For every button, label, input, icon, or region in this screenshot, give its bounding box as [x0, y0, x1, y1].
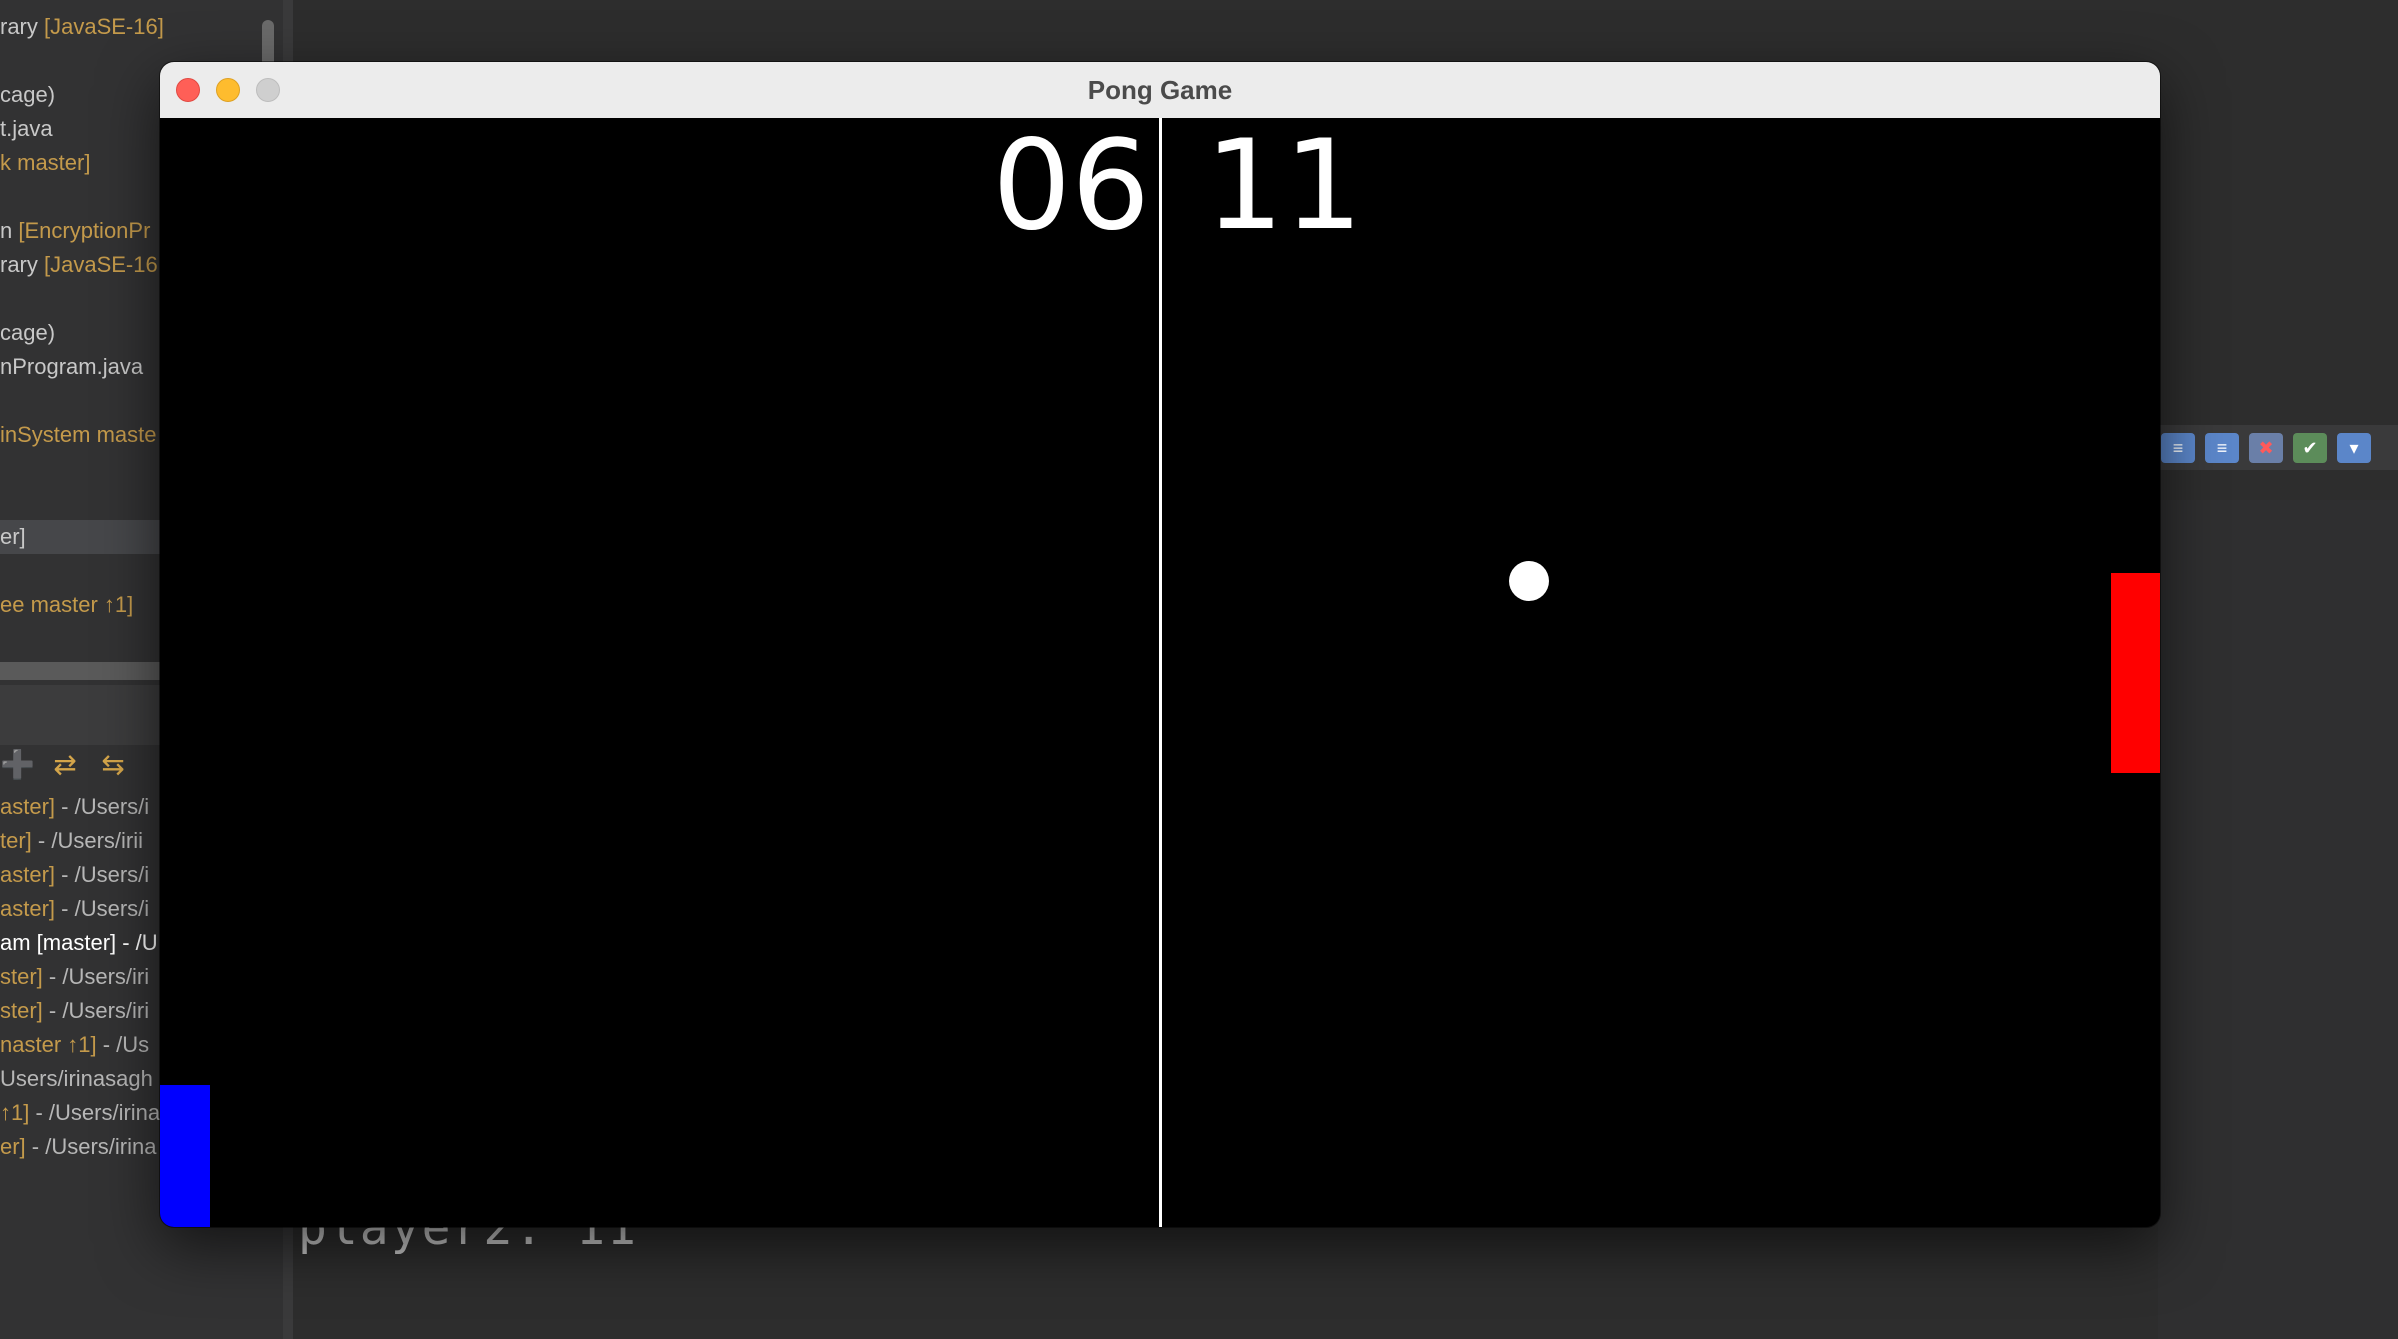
repository-path: - /Users/i — [55, 896, 150, 921]
repository-branch: aster] — [0, 896, 56, 921]
explorer-item[interactable]: n [EncryptionPr — [0, 214, 170, 248]
explorer-item[interactable] — [0, 282, 170, 316]
repository-item[interactable]: aster] - /Users/i — [0, 858, 165, 892]
explorer-item[interactable]: inSystem maste — [0, 418, 170, 452]
explorer-item-label: nProgram.java — [0, 354, 144, 379]
desktop: rary [JavaSE-16] cage) t.java k master] n [E… — [0, 0, 2398, 1339]
explorer-item[interactable] — [0, 452, 170, 486]
explorer-item-decoration: ee master ↑1] — [0, 592, 134, 617]
git-panel-tabs — [0, 685, 170, 745]
explorer-item[interactable]: rary [JavaSE-16 — [0, 248, 170, 282]
console-toolbar: ≡ ≡ ✖ ✔ ▾ — [2155, 425, 2398, 470]
explorer-item-label: rary — [0, 252, 44, 277]
git-toolbar: ➕ ⇄ ⇆ — [0, 748, 130, 792]
minimize-button[interactable] — [216, 78, 240, 102]
explorer-item-label: cage) — [0, 320, 56, 345]
repository-path: - /Users/irina — [25, 1134, 157, 1159]
close-button[interactable] — [176, 78, 200, 102]
explorer-item-label: cage) — [0, 82, 56, 107]
console-display-icon[interactable]: ▾ — [2337, 432, 2371, 463]
repository-path: - /Users/i — [55, 794, 150, 819]
explorer-item-decoration: k master] — [0, 150, 91, 175]
explorer-item-decoration: [JavaSE-16] — [44, 14, 164, 39]
explorer-item-label: rary — [0, 14, 44, 39]
window-title: Pong Game — [1087, 75, 1233, 105]
repository-branch: aster] — [0, 862, 56, 887]
player2-score: 11 — [1205, 114, 1363, 258]
repository-path: - /Us — [96, 1032, 150, 1057]
explorer-item[interactable]: k master] — [0, 146, 170, 180]
link-icon[interactable]: ⇄ — [48, 748, 82, 782]
explorer-item[interactable]: cage) — [0, 78, 170, 112]
repository-path: - /Users/irina — [29, 1100, 161, 1125]
repository-branch: er] — [0, 1134, 26, 1159]
console-pin-icon[interactable]: ≡ — [2161, 432, 2195, 463]
repository-item[interactable]: Users/irinasagh — [0, 1062, 165, 1096]
repository-item[interactable]: am [master] - /U — [0, 926, 165, 960]
repository-item[interactable]: ster] - /Users/iri — [0, 960, 165, 994]
repository-branch: naster ↑1] — [0, 1032, 97, 1057]
explorer-item[interactable]: rary [JavaSE-16] — [0, 10, 170, 44]
repository-item[interactable]: ster] - /Users/iri — [0, 994, 165, 1028]
explorer-item[interactable]: nProgram.java — [0, 350, 170, 384]
explorer-item-decoration: [JavaSE-16 — [44, 252, 158, 277]
explorer-item[interactable] — [0, 44, 170, 78]
window-titlebar[interactable]: Pong Game — [160, 62, 2160, 119]
explorer-item[interactable] — [0, 180, 170, 214]
repository-branch: aster] — [0, 794, 56, 819]
player1-score: 06 — [992, 114, 1150, 258]
repository-branch: ter] — [0, 828, 32, 853]
explorer-item[interactable] — [0, 384, 170, 418]
console-panel — [2158, 500, 2398, 1339]
explorer-item[interactable]: cage) — [0, 316, 170, 350]
repository-item[interactable]: ter] - /Users/irii — [0, 824, 165, 858]
repository-branch: ↑1] — [0, 1100, 30, 1125]
explorer-item[interactable] — [0, 554, 170, 588]
explorer-item[interactable] — [0, 486, 170, 520]
repository-item[interactable]: ↑1] - /Users/irina — [0, 1096, 165, 1130]
pong-game-window: Pong Game 06 11 — [160, 62, 2160, 1227]
player1-paddle — [160, 1085, 210, 1227]
repository-branch: am [master] - /U — [0, 930, 158, 955]
explorer-item-decoration: [EncryptionPr — [18, 218, 151, 243]
center-line — [1159, 118, 1162, 1227]
game-court[interactable]: 06 11 — [160, 118, 2160, 1227]
repository-path: - /Users/iri — [42, 998, 150, 1023]
repository-branch: ster] — [0, 964, 43, 989]
repository-item[interactable]: er] - /Users/irina — [0, 1130, 165, 1164]
zoom-button[interactable] — [256, 78, 280, 102]
add-repository-icon[interactable]: ➕ — [0, 748, 35, 782]
repository-path: - /Users/iri — [42, 964, 150, 989]
explorer-item[interactable]: ee master ↑1] — [0, 588, 170, 622]
explorer-item-decoration: inSystem maste — [0, 422, 157, 447]
player2-paddle — [2111, 573, 2160, 773]
explorer-item-label: t.java — [0, 116, 53, 141]
repository-path: - /Users/irii — [31, 828, 144, 853]
explorer-item[interactable]: er] — [0, 520, 160, 554]
repository-item[interactable]: aster] - /Users/i — [0, 892, 165, 926]
repository-item[interactable]: aster] - /Users/i — [0, 790, 165, 824]
console-remove-icon[interactable]: ≡ — [2205, 432, 2239, 463]
repository-item[interactable]: naster ↑1] - /Us — [0, 1028, 165, 1062]
console-remove-all-icon[interactable]: ✖ — [2249, 432, 2283, 463]
explorer-item[interactable]: t.java — [0, 112, 170, 146]
explorer-item-label: n — [0, 218, 19, 243]
ball — [1509, 561, 1549, 601]
console-open-icon[interactable]: ✔ — [2293, 432, 2327, 463]
repository-branch: ster] — [0, 998, 43, 1023]
explorer-item-label: er] — [0, 524, 26, 549]
swap-icon[interactable]: ⇆ — [96, 748, 130, 782]
repository-path: Users/irinasagh — [0, 1066, 153, 1091]
explorer-horizontal-scrollbar[interactable] — [0, 662, 160, 680]
repository-path: - /Users/i — [55, 862, 150, 887]
